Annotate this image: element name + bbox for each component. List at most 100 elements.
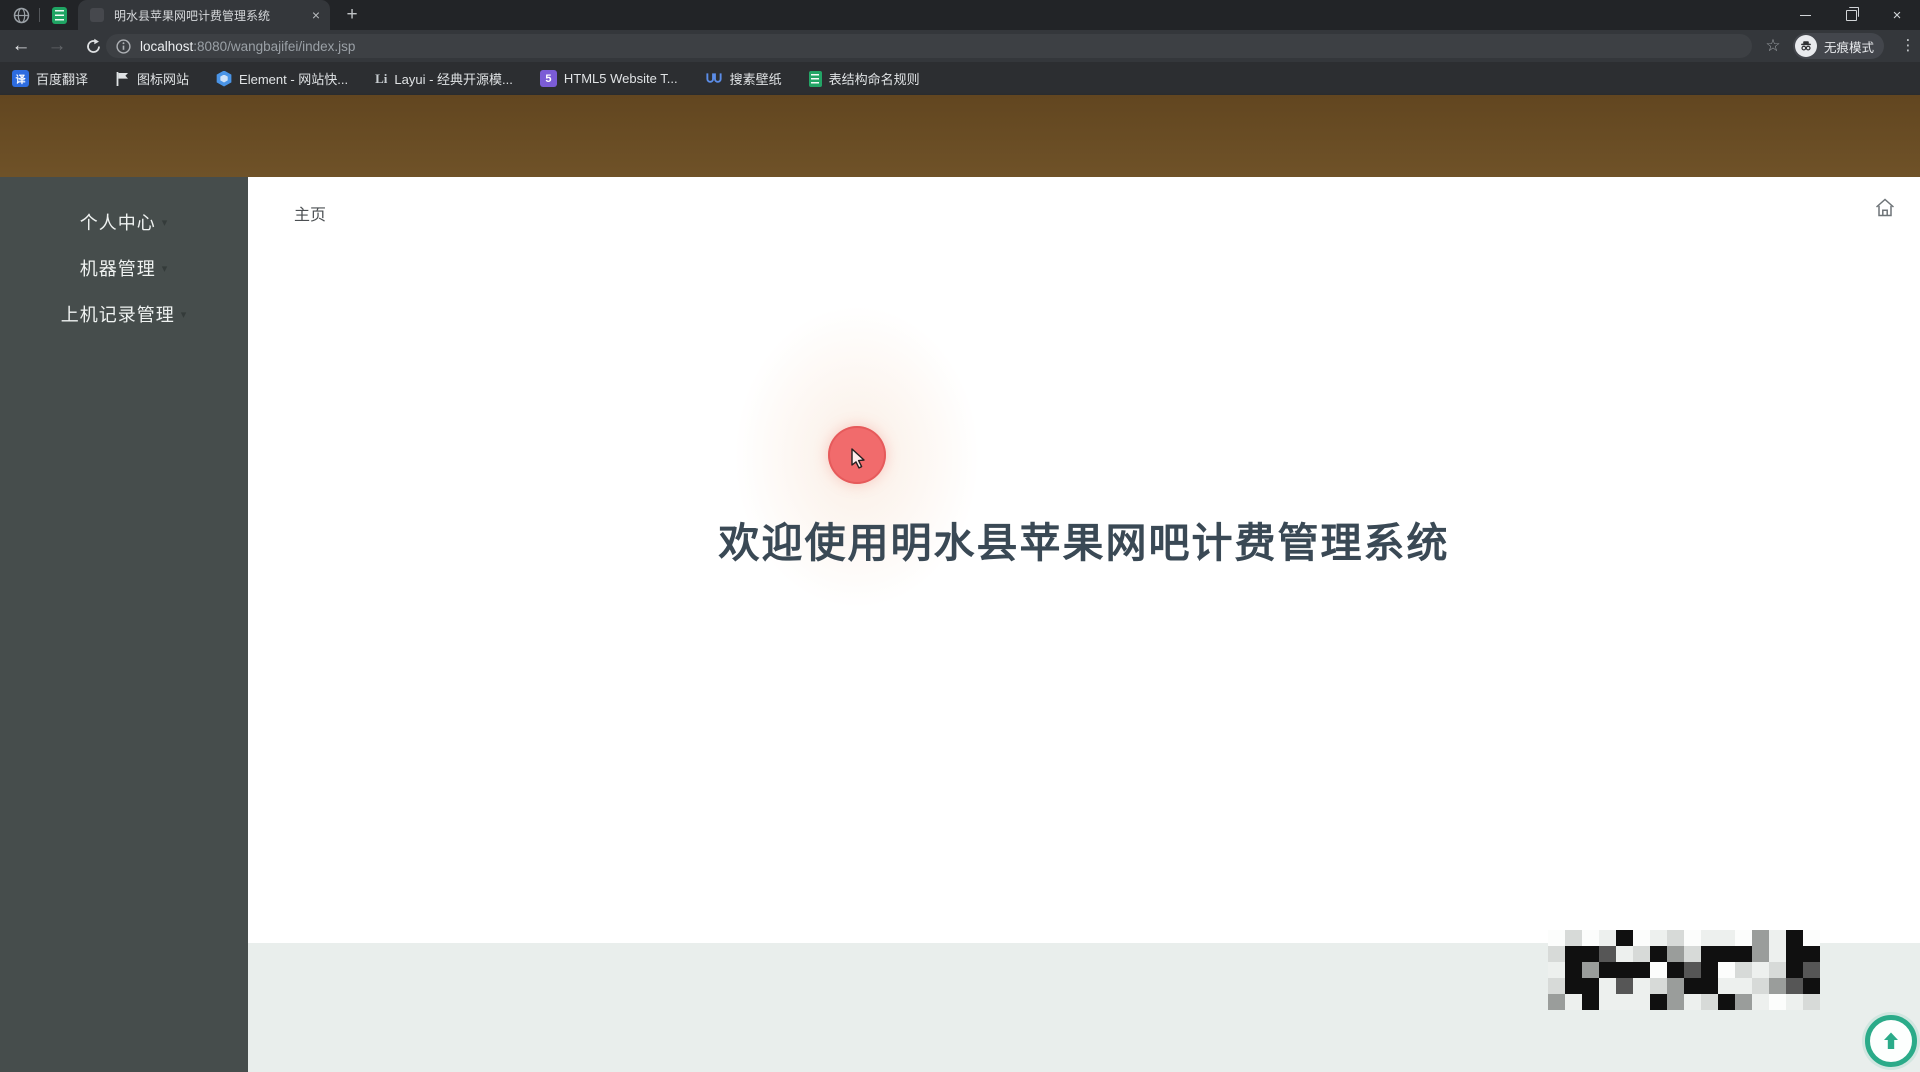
watermark-cell — [1565, 978, 1582, 994]
watermark-cell — [1667, 946, 1684, 962]
watermark-cell — [1803, 962, 1820, 978]
bookmarks-bar: 译 百度翻译 图标网站 Element - 网站快... Li Layui - … — [0, 62, 1920, 95]
tab-separator — [39, 8, 40, 22]
watermark-cell — [1599, 930, 1616, 946]
watermark-cell — [1548, 962, 1565, 978]
watermark-cell — [1752, 994, 1769, 1010]
reload-button[interactable] — [78, 30, 108, 62]
forward-button[interactable]: → — [42, 30, 72, 62]
watermark-cell — [1803, 946, 1820, 962]
watermark-cell — [1684, 994, 1701, 1010]
watermark-cell — [1701, 994, 1718, 1010]
app-header: 明水县苹果网吧计费管理系统 — [0, 95, 1920, 259]
tab-title: 明水县苹果网吧计费管理系统 — [114, 8, 271, 23]
cursor-highlight — [828, 426, 886, 484]
sidebar-item-label: 上机记录管理 — [60, 305, 175, 325]
wallpaper-icon — [705, 72, 722, 83]
bookmark-wallpaper[interactable]: 搜素壁纸 — [705, 69, 782, 88]
watermark-cell — [1752, 978, 1769, 994]
watermark-cell — [1718, 946, 1735, 962]
watermark-cell — [1667, 962, 1684, 978]
sidebar-item-session-records[interactable]: 上机记录管理 ▾ — [0, 291, 248, 337]
watermark-cell — [1616, 946, 1633, 962]
sidebar-item-label: 个人中心 — [79, 213, 156, 233]
window-controls: × — [1782, 0, 1920, 30]
address-bar[interactable]: localhost:8080/wangbajifei/index.jsp — [106, 34, 1752, 58]
layui-icon: Li — [375, 70, 388, 86]
watermark-cell — [1803, 994, 1820, 1010]
tab-close-icon[interactable]: × — [312, 8, 320, 22]
watermark-cell — [1582, 978, 1599, 994]
minimize-button[interactable] — [1782, 0, 1828, 30]
url-text: localhost:8080/wangbajifei/index.jsp — [140, 39, 355, 54]
url-path: :8080/wangbajifei/index.jsp — [193, 38, 356, 54]
browser-menu-button[interactable]: ⋮ — [1898, 34, 1918, 58]
watermark-cell — [1684, 962, 1701, 978]
site-info-icon[interactable] — [116, 38, 131, 54]
tab-strip: 明水县苹果网吧计费管理系统 × + × — [0, 0, 1920, 30]
watermark-cell — [1769, 930, 1786, 946]
watermark-cell — [1565, 946, 1582, 962]
pinned-tab-sheet[interactable] — [50, 6, 68, 24]
watermark-cell — [1701, 962, 1718, 978]
watermark-cell — [1786, 994, 1803, 1010]
watermark-cell — [1769, 962, 1786, 978]
restore-icon — [1845, 6, 1859, 21]
watermark-cell — [1786, 962, 1803, 978]
back-to-top-button[interactable] — [1865, 1015, 1917, 1067]
watermark-cell — [1752, 930, 1769, 946]
back-button[interactable]: ← — [6, 30, 36, 62]
watermark-cell — [1718, 978, 1735, 994]
watermark-cell — [1684, 978, 1701, 994]
sidebar-item-personal-center[interactable]: 个人中心 ▾ — [0, 199, 248, 245]
watermark-cell — [1769, 994, 1786, 1010]
watermark-cell — [1803, 978, 1820, 994]
watermark-cell — [1650, 946, 1667, 962]
watermark-cell — [1633, 962, 1650, 978]
restore-button[interactable] — [1828, 0, 1874, 30]
watermark-cell — [1701, 946, 1718, 962]
tab-favicon — [90, 8, 104, 22]
reload-icon — [86, 38, 100, 53]
bookmark-element[interactable]: Element - 网站快... — [216, 69, 348, 88]
watermark-cell — [1752, 946, 1769, 962]
watermark-cell — [1735, 930, 1752, 946]
sidebar-item-label: 机器管理 — [79, 259, 156, 279]
watermark-cell — [1667, 994, 1684, 1010]
watermark-cell — [1599, 962, 1616, 978]
bookmark-table-naming[interactable]: 表结构命名规则 — [808, 69, 920, 88]
browser-tab[interactable]: 明水县苹果网吧计费管理系统 × — [78, 0, 330, 30]
watermark-cell — [1582, 962, 1599, 978]
bookmark-baidu-translate[interactable]: 译 百度翻译 — [12, 69, 88, 88]
home-icon[interactable] — [1874, 197, 1896, 223]
watermark-cell — [1769, 978, 1786, 994]
watermark-cell — [1565, 962, 1582, 978]
watermark-cell — [1650, 962, 1667, 978]
watermark-cell — [1718, 994, 1735, 1010]
watermark-cell — [1616, 930, 1633, 946]
watermark-cell — [1633, 994, 1650, 1010]
watermark-cell — [1650, 930, 1667, 946]
watermark-cell — [1599, 978, 1616, 994]
window-close-button[interactable]: × — [1874, 0, 1920, 30]
breadcrumb-home-tab[interactable]: 主页 — [294, 201, 326, 225]
watermark-cell — [1599, 994, 1616, 1010]
browser-toolbar: ← → localhost:8080/wangbajifei/index.jsp… — [0, 30, 1920, 62]
bookmark-html5-template[interactable]: 5 HTML5 Website T... — [539, 70, 678, 87]
sidebar-item-machine-management[interactable]: 机器管理 ▾ — [0, 245, 248, 291]
watermark-cell — [1616, 994, 1633, 1010]
watermark-cell — [1684, 930, 1701, 946]
watermark-cell — [1735, 978, 1752, 994]
element-icon — [216, 70, 232, 87]
minimize-icon — [1799, 14, 1811, 16]
watermark-cell — [1548, 978, 1565, 994]
watermark-cell — [1599, 946, 1616, 962]
watermark-cell — [1701, 978, 1718, 994]
bookmark-star-icon[interactable]: ☆ — [1760, 35, 1786, 57]
new-tab-button[interactable]: + — [340, 3, 364, 27]
bookmark-icon-site[interactable]: 图标网站 — [115, 69, 189, 88]
watermark-cell — [1633, 946, 1650, 962]
pinned-tab-globe[interactable] — [12, 6, 30, 24]
bookmark-layui[interactable]: Li Layui - 经典开源模... — [375, 69, 513, 88]
arrow-up-icon — [1884, 1032, 1898, 1049]
